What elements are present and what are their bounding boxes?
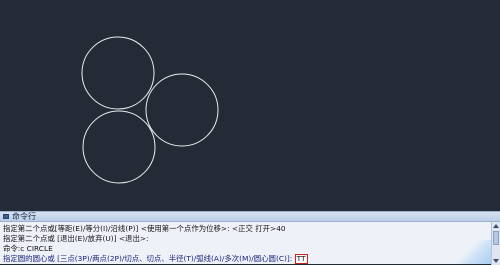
scroll-thumb[interactable] <box>493 231 499 245</box>
circle-1[interactable] <box>81 36 155 110</box>
command-window-title: 命令行 <box>12 212 36 221</box>
command-window-icon <box>3 214 9 219</box>
command-input-line[interactable]: 指定圆的圆心或 [三点(3P)/两点(2P)/切点、切点、半径(T)/弧线(A)… <box>3 254 473 264</box>
command-input-value[interactable]: TT <box>294 254 308 264</box>
command-history: 指定第二个点或[等距(E)/等分(I)/沿线(P)] <使用第一个点作为位移>:… <box>3 224 473 264</box>
command-history-line: 指定第二个点或 [退出(E)/放弃(U)] <退出>: <box>3 234 149 243</box>
command-input-prompt: 指定圆的圆心或 [三点(3P)/两点(2P)/切点、切点、半径(T)/弧线(A)… <box>3 254 295 263</box>
command-history-line: 命令:c CIRCLE <box>3 244 53 253</box>
command-window-scrollbar[interactable] <box>491 222 500 265</box>
command-window-titlebar[interactable]: 命令行 <box>0 212 500 222</box>
command-window[interactable]: 命令行 指定第二个点或[等距(E)/等分(I)/沿线(P)] <使用第一个点作为… <box>0 211 500 265</box>
command-history-line: 指定第二个点或[等距(E)/等分(I)/沿线(P)] <使用第一个点作为位移>:… <box>3 224 286 233</box>
circle-2[interactable] <box>145 73 219 147</box>
circle-3[interactable] <box>82 110 156 184</box>
drawing-canvas[interactable] <box>0 0 500 211</box>
canvas-svg <box>81 36 219 184</box>
scroll-down-icon[interactable] <box>493 259 499 263</box>
scroll-up-icon[interactable] <box>493 224 499 228</box>
